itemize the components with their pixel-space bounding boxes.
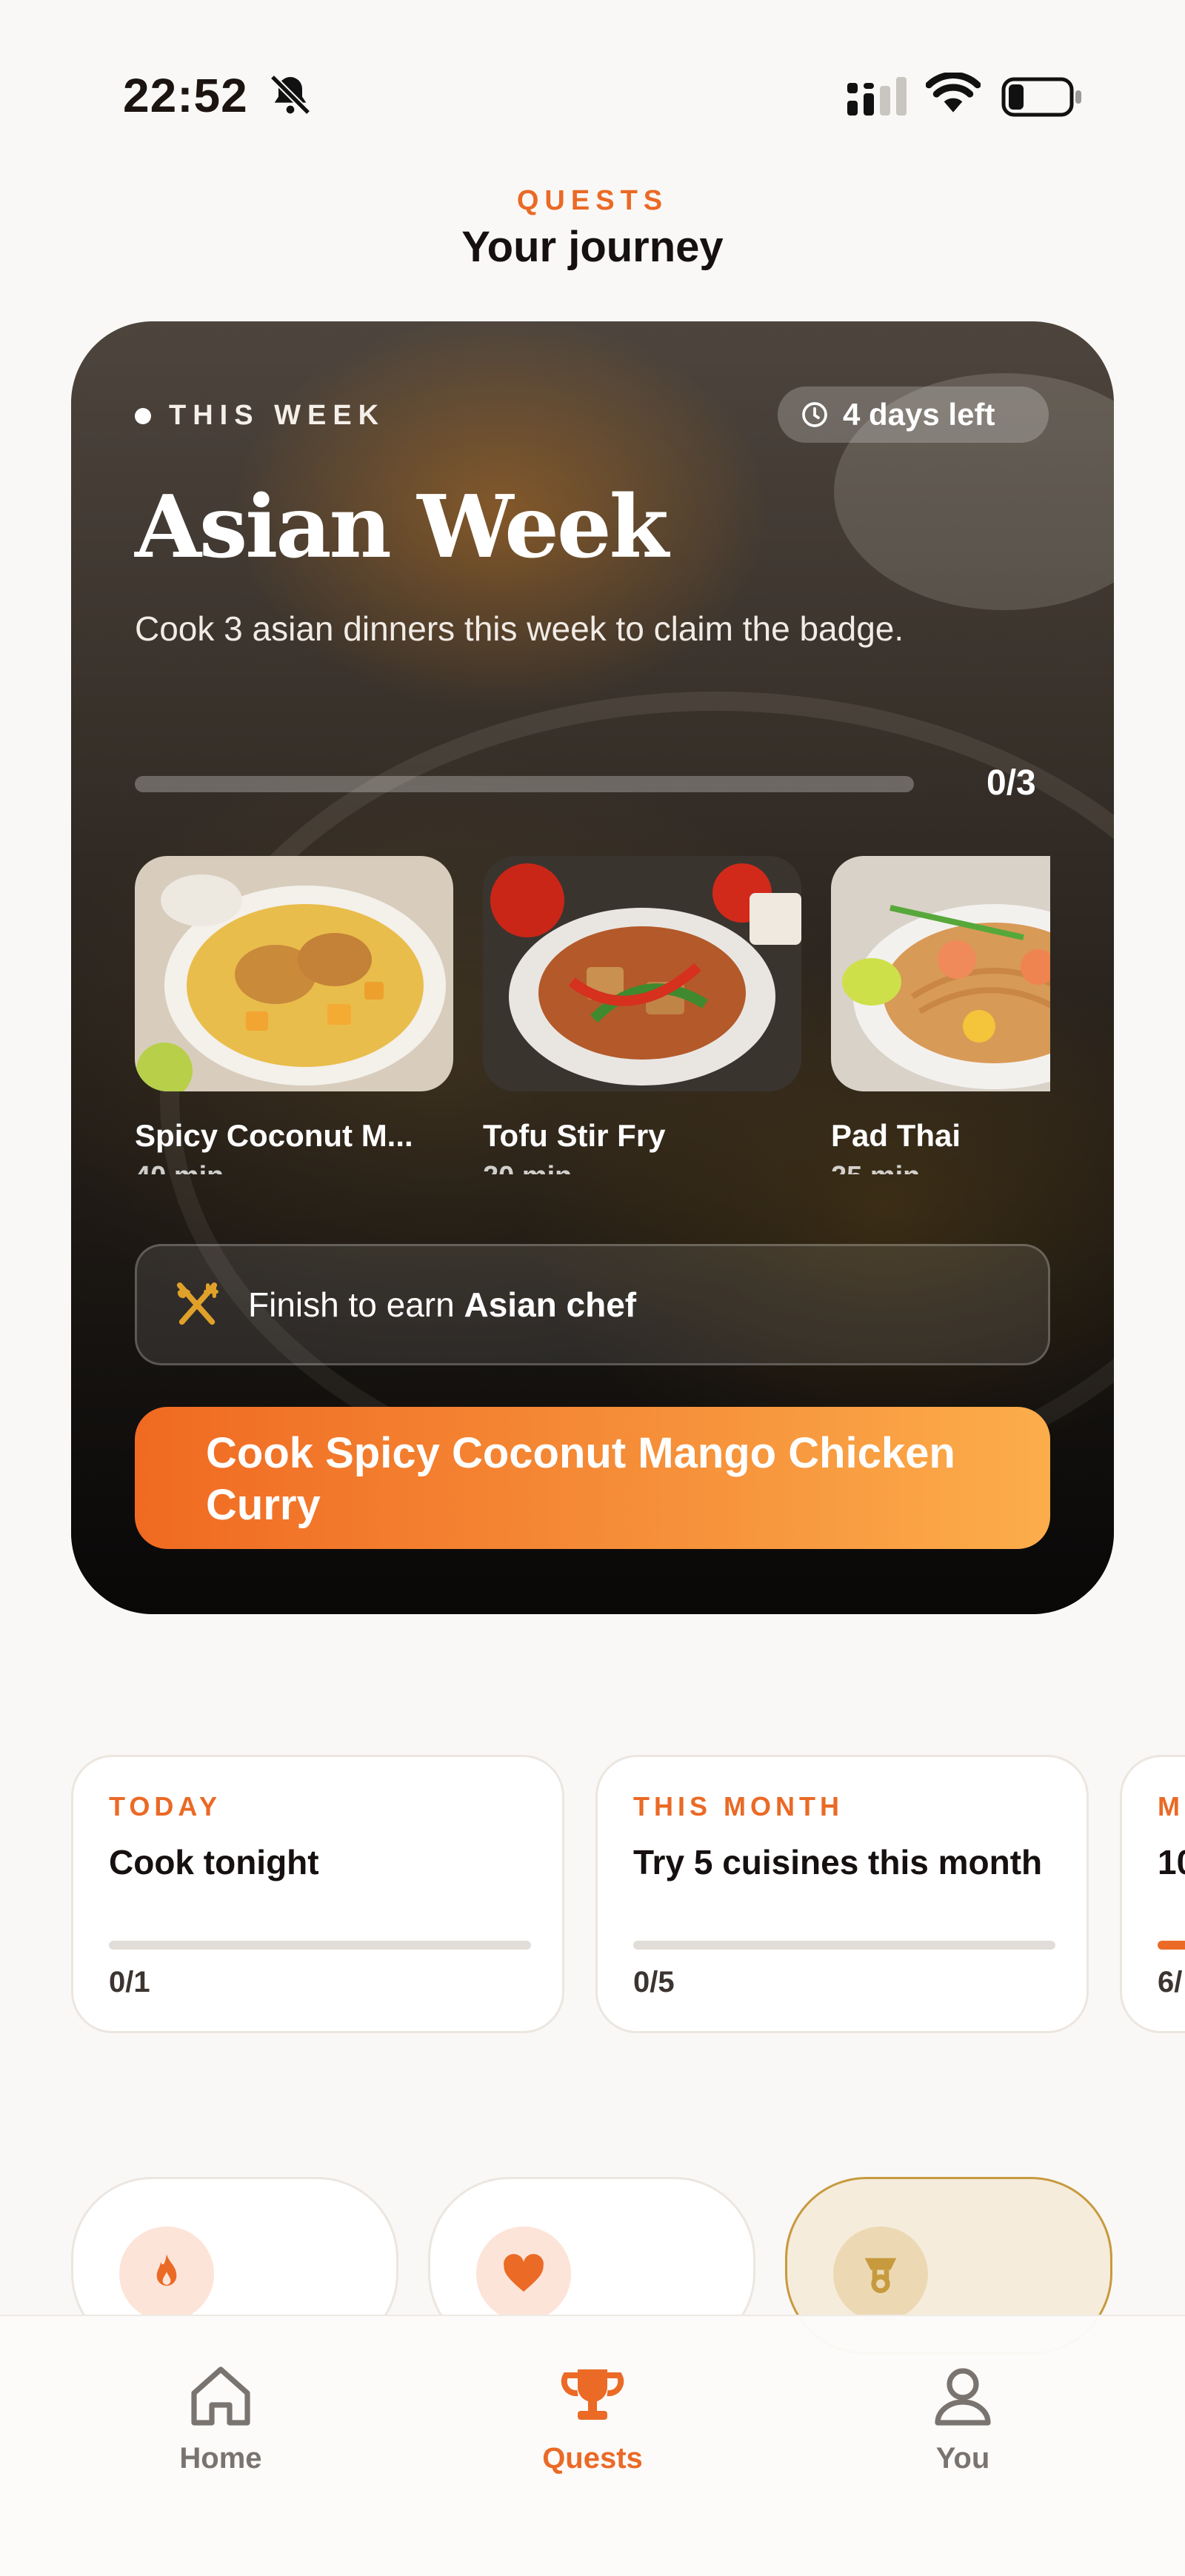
recipe-time: 20 min — [483, 1161, 801, 1174]
tab-home[interactable]: Home — [110, 2361, 332, 2475]
recipe-card[interactable]: Spicy Coconut M... 40 min — [135, 856, 453, 1174]
quest-card[interactable]: TODAY Cook tonight 0/1 — [71, 1755, 564, 2033]
days-left-label: 4 days left — [843, 397, 995, 432]
quest-progress-bar — [109, 1941, 531, 1950]
recipe-time: 25 min — [831, 1161, 1050, 1174]
page-eyebrow: QUESTS — [516, 185, 669, 216]
quest-progress-bar — [1158, 1941, 1185, 1950]
quest-period: M — [1158, 1791, 1184, 1821]
recipe-carousel[interactable]: Spicy Coconut M... 40 min Tofu Stir — [135, 856, 1050, 1174]
recipe-card[interactable]: Pad Thai 25 min — [831, 856, 1050, 1174]
challenge-description: Cook 3 asian dinners this week to claim … — [135, 609, 904, 648]
bottom-tab-bar: Home Quests You — [0, 2315, 1185, 2576]
tab-label: You — [935, 2442, 990, 2475]
recipe-name: Pad Thai — [831, 1118, 961, 1153]
challenge-title: Asian Week — [135, 477, 669, 578]
status-time: 22:52 — [123, 69, 248, 122]
badge-reward-info: Finish to earn Asian chef — [135, 1244, 1050, 1365]
this-week-label: THIS WEEK — [169, 400, 386, 431]
quest-progress-bar — [633, 1941, 1055, 1950]
recipe-image-curry — [135, 856, 453, 1091]
recipe-name: Tofu Stir Fry — [483, 1118, 666, 1153]
flame-icon — [156, 2254, 177, 2286]
bell-muted-icon — [270, 74, 311, 116]
trophy-ribbon-icon — [864, 2258, 897, 2293]
quest-carousel[interactable]: TODAY Cook tonight 0/1 THIS MONTH Try 5 … — [71, 1755, 1185, 2036]
recipe-image-stir-fry — [483, 856, 801, 1091]
recipe-image-pad-thai — [831, 856, 1050, 1091]
reward-prefix: Finish to earn — [248, 1285, 464, 1324]
quest-count: 6/ — [1158, 1966, 1183, 1998]
challenge-progress-bar — [135, 776, 914, 792]
wifi-icon — [926, 73, 981, 113]
this-week-tag: THIS WEEK — [135, 400, 385, 432]
badge-icon-circle — [119, 2227, 214, 2321]
recipe-name: Spicy Coconut M... — [135, 1118, 413, 1153]
badge-icon-circle — [476, 2227, 571, 2321]
recipe-time: 40 min — [135, 1161, 453, 1174]
quest-progress-fill — [1158, 1941, 1185, 1950]
badge-icon-circle — [833, 2227, 928, 2321]
quest-title: 10 — [1158, 1843, 1185, 1881]
challenge-progress-count: 0/3 — [987, 763, 1036, 803]
quest-count: 0/1 — [109, 1966, 150, 1998]
quest-title: Try 5 cuisines this month — [633, 1843, 1043, 1881]
live-dot-icon — [135, 407, 151, 424]
tab-you[interactable]: You — [852, 2361, 1074, 2475]
page-title: Your journey — [461, 223, 724, 271]
recipe-card[interactable]: Tofu Stir Fry 20 min — [483, 856, 801, 1174]
tab-label: Home — [179, 2442, 262, 2475]
reward-badge-name: Asian chef — [464, 1285, 637, 1324]
days-left-pill: 4 days left — [778, 387, 1049, 443]
heart-icon — [504, 2254, 544, 2292]
tab-quests[interactable]: Quests — [481, 2361, 704, 2475]
reward-text: Finish to earn Asian chef — [248, 1285, 636, 1325]
cook-recipe-button[interactable]: Cook Spicy Coconut Mango Chicken Curry — [135, 1407, 1050, 1549]
cellular-signal-icon — [847, 77, 907, 116]
quest-period: TODAY — [109, 1791, 222, 1821]
quest-card[interactable]: M 10 6/ — [1120, 1755, 1185, 2033]
clock-icon — [802, 402, 827, 427]
status-bar: 22:52 — [0, 0, 1185, 141]
utensils-icon — [176, 1282, 218, 1325]
quest-title: Cook tonight — [109, 1843, 319, 1881]
home-icon — [191, 2366, 250, 2426]
trophy-icon — [561, 2369, 624, 2420]
quest-card[interactable]: THIS MONTH Try 5 cuisines this month 0/5 — [595, 1755, 1089, 2033]
quest-period: THIS MONTH — [633, 1791, 844, 1821]
badge-collection — [71, 2177, 1185, 2355]
tab-label: Quests — [542, 2442, 643, 2475]
person-icon — [935, 2368, 991, 2426]
weekly-challenge-card[interactable]: THIS WEEK 4 days left Asian Week Cook 3 … — [71, 321, 1114, 1614]
quest-count: 0/5 — [633, 1966, 675, 1998]
battery-icon — [1001, 77, 1081, 117]
